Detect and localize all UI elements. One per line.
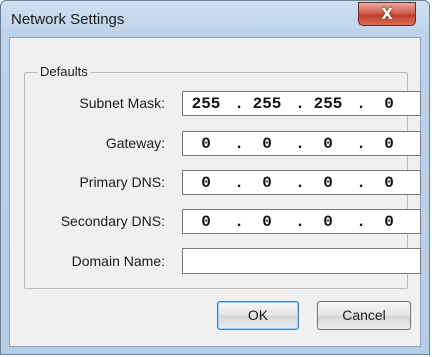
ip-separator: . — [295, 95, 305, 113]
primary-dns-octet-3[interactable]: 0 — [311, 174, 345, 192]
secondary-dns-octet-1[interactable]: 0 — [189, 213, 223, 231]
gateway-octet-4[interactable]: 0 — [372, 135, 406, 153]
ip-separator: . — [356, 174, 366, 192]
title-bar[interactable]: Network Settings X — [1, 1, 429, 37]
ip-separator: . — [356, 135, 366, 153]
domain-name-input[interactable] — [182, 248, 421, 274]
ip-separator: . — [234, 135, 244, 153]
secondary-dns-octet-3[interactable]: 0 — [311, 213, 345, 231]
subnet-mask-label: Subnet Mask: — [79, 95, 165, 111]
secondary-dns-octet-2[interactable]: 0 — [250, 213, 284, 231]
subnet-octet-1[interactable]: 255 — [189, 95, 223, 113]
primary-dns-octet-2[interactable]: 0 — [250, 174, 284, 192]
ip-separator: . — [295, 135, 305, 153]
secondary-dns-label: Secondary DNS: — [60, 213, 165, 229]
domain-name-label: Domain Name: — [71, 253, 165, 269]
ip-separator: . — [356, 95, 366, 113]
subnet-octet-3[interactable]: 255 — [311, 95, 345, 113]
primary-dns-label: Primary DNS: — [79, 174, 165, 190]
dialog-body: Defaults Subnet Mask: 255 . 255 . 255 . … — [9, 37, 421, 347]
secondary-dns-octet-4[interactable]: 0 — [372, 213, 406, 231]
ip-separator: . — [234, 174, 244, 192]
gateway-octet-3[interactable]: 0 — [311, 135, 345, 153]
close-icon: X — [381, 5, 393, 23]
ok-button[interactable]: OK — [217, 301, 299, 330]
primary-dns-octet-1[interactable]: 0 — [189, 174, 223, 192]
ip-separator: . — [356, 213, 366, 231]
ip-separator: . — [234, 95, 244, 113]
ip-separator: . — [295, 213, 305, 231]
ip-separator: . — [234, 213, 244, 231]
gateway-octet-1[interactable]: 0 — [189, 135, 223, 153]
gateway-label: Gateway: — [105, 135, 165, 151]
secondary-dns-field[interactable]: 0 . 0 . 0 . 0 — [182, 209, 421, 234]
subnet-octet-4[interactable]: 0 — [372, 95, 406, 113]
defaults-legend: Defaults — [37, 64, 91, 79]
cancel-button[interactable]: Cancel — [317, 301, 411, 330]
gateway-octet-2[interactable]: 0 — [250, 135, 284, 153]
close-button[interactable]: X — [358, 2, 416, 26]
gateway-field[interactable]: 0 . 0 . 0 . 0 — [182, 131, 421, 156]
ip-separator: . — [295, 174, 305, 192]
primary-dns-octet-4[interactable]: 0 — [372, 174, 406, 192]
defaults-groupbox: Defaults Subnet Mask: 255 . 255 . 255 . … — [24, 64, 421, 289]
subnet-octet-2[interactable]: 255 — [250, 95, 284, 113]
subnet-mask-field[interactable]: 255 . 255 . 255 . 0 — [182, 91, 421, 116]
primary-dns-field[interactable]: 0 . 0 . 0 . 0 — [182, 170, 421, 195]
window-title: Network Settings — [11, 11, 125, 28]
network-settings-dialog: Network Settings X Defaults Subnet Mask:… — [0, 0, 430, 355]
